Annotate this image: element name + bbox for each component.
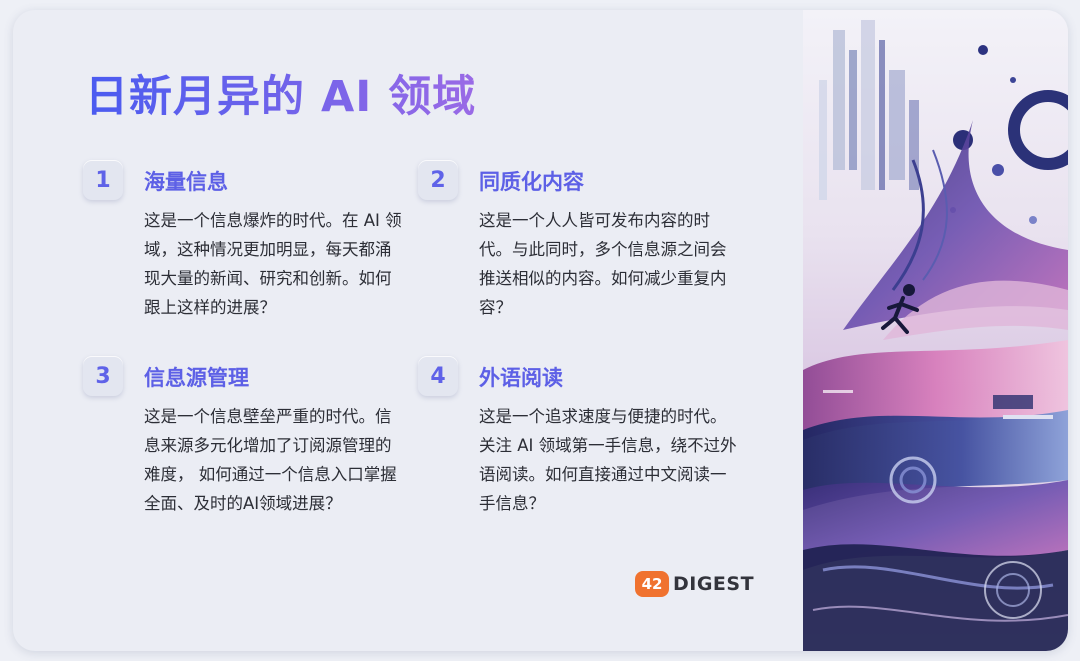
brand-logo: 42 DIGEST bbox=[635, 571, 754, 597]
logo-badge: 42 bbox=[635, 571, 669, 597]
feature-number-3: 3 bbox=[83, 356, 123, 396]
feature-number-1: 1 bbox=[83, 160, 123, 200]
slide-card: 日新月异的 AI 领域 1 海量信息 这是一个信息爆炸的时代。在 AI 领域，这… bbox=[13, 10, 1068, 651]
feature-description-1: 这是一个信息爆炸的时代。在 AI 领域，这种情况更加明显，每天都涌现大量的新闻、… bbox=[144, 211, 402, 317]
logo-text: DIGEST bbox=[673, 573, 755, 595]
feature-title-3: 信息源管理 bbox=[144, 366, 249, 390]
page-title: 日新月异的 AI 领域 bbox=[85, 62, 476, 124]
feature-description-4: 这是一个追求速度与便捷的时代。关注 AI 领域第一手信息，绕不过外语阅读。如何直… bbox=[479, 407, 737, 513]
feature-title-4: 外语阅读 bbox=[479, 366, 563, 390]
feature-number-2: 2 bbox=[418, 160, 458, 200]
feature-number-4: 4 bbox=[418, 356, 458, 396]
abstract-ai-artwork bbox=[803, 10, 1068, 651]
feature-description-3: 这是一个信息壁垒严重的时代。信息来源多元化增加了订阅源管理的难度， 如何通过一个… bbox=[144, 407, 397, 513]
feature-description-2: 这是一个人人皆可发布内容的时代。与此同时，多个信息源之间会推送相似的内容。如何减… bbox=[479, 211, 727, 317]
feature-title-2: 同质化内容 bbox=[479, 170, 584, 194]
feature-title-1: 海量信息 bbox=[144, 170, 228, 194]
